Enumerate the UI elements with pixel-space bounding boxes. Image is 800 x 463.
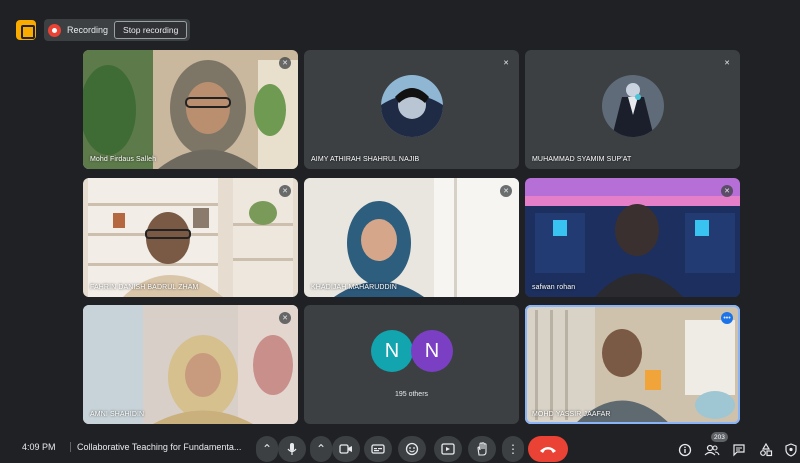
others-tile[interactable]: N N 195 others xyxy=(304,305,519,424)
avatar xyxy=(601,74,664,137)
others-count: 195 others xyxy=(394,391,429,398)
raise-hand-button[interactable] xyxy=(468,436,496,462)
more-options-icon: ⋮ xyxy=(507,442,519,456)
chevron-up-icon: ⌃ xyxy=(315,442,327,456)
participant-tile[interactable]: ••• MOHD YASSIR JAAFAR xyxy=(525,305,740,424)
participant-video xyxy=(83,178,298,297)
info-button[interactable] xyxy=(676,441,694,459)
people-icon xyxy=(704,444,720,456)
participant-tile[interactable]: ✕ Mohd Firdaus Salleh xyxy=(83,50,298,169)
mic-off-icon: ✕ xyxy=(279,185,291,197)
avatar xyxy=(380,74,443,137)
avatar: N xyxy=(371,330,413,372)
chat-icon xyxy=(733,444,745,457)
chevron-up-icon: ⌃ xyxy=(261,442,273,456)
participant-name: KHADIJAH MAHARUDDIN xyxy=(311,284,397,291)
participant-video xyxy=(525,305,740,424)
mic-icon xyxy=(287,443,297,455)
participant-tile[interactable]: ✕ FAHRIN DANISH BADRUL ZHAM xyxy=(83,178,298,297)
participant-video xyxy=(525,178,740,297)
participant-name: safwan rohan xyxy=(532,284,576,291)
info-icon xyxy=(678,443,692,457)
participant-tile[interactable]: ✕ MUHAMMAD SYAMIM SUP'AT xyxy=(525,50,740,169)
participant-name: AIMY ATHIRAH SHAHRUL NAJIB xyxy=(311,156,420,163)
emoji-icon xyxy=(405,442,419,456)
audio-options-button[interactable]: ⌃ xyxy=(256,436,278,462)
recording-label: Recording xyxy=(67,25,109,35)
participant-tile[interactable]: ✕ AMNI SHAHIDIN xyxy=(83,305,298,424)
participant-video xyxy=(304,178,519,297)
activities-button[interactable] xyxy=(757,441,775,459)
participant-name: MOHD YASSIR JAAFAR xyxy=(532,411,611,418)
record-icon xyxy=(48,23,61,37)
participant-tile[interactable]: ✕ safwan rohan xyxy=(525,178,740,297)
more-options-button[interactable]: ⋮ xyxy=(502,436,524,462)
participant-tile[interactable]: ✕ AIMY ATHIRAH SHAHRUL NAJIB xyxy=(304,50,519,169)
meeting-title: Collaborative Teaching for Fundamenta... xyxy=(70,442,241,452)
mic-off-icon: ✕ xyxy=(721,185,733,197)
meet-window: Recording Stop recording ✕ Mohd Firdaus … xyxy=(0,0,800,463)
participant-name: MUHAMMAD SYAMIM SUP'AT xyxy=(532,156,632,163)
captions-button[interactable] xyxy=(364,436,392,462)
mic-off-icon: ✕ xyxy=(279,312,291,324)
mic-off-icon: ✕ xyxy=(500,185,512,197)
captions-icon xyxy=(371,444,385,454)
participant-name: Mohd Firdaus Salleh xyxy=(90,156,157,163)
raise-hand-icon xyxy=(477,442,487,456)
video-options-button[interactable]: ⌃ xyxy=(310,436,332,462)
avatar: N xyxy=(411,330,453,372)
present-button[interactable] xyxy=(434,436,462,462)
people-button[interactable] xyxy=(703,441,721,459)
participant-name: FAHRIN DANISH BADRUL ZHAM xyxy=(90,284,199,291)
end-call-button[interactable] xyxy=(528,436,568,462)
activities-icon xyxy=(760,443,773,457)
chat-button[interactable] xyxy=(730,441,748,459)
host-controls-button[interactable] xyxy=(782,441,800,459)
camera-icon xyxy=(339,444,352,454)
reactions-button[interactable] xyxy=(398,436,426,462)
mic-off-icon: ✕ xyxy=(500,57,512,69)
clock: 4:09 PM xyxy=(22,442,56,452)
mic-button[interactable] xyxy=(278,436,306,462)
top-bar: Recording Stop recording xyxy=(16,19,191,41)
participant-name: AMNI SHAHIDIN xyxy=(90,411,145,418)
participant-video xyxy=(83,50,298,169)
recording-indicator: Recording Stop recording xyxy=(44,19,191,41)
present-icon xyxy=(441,443,455,455)
participant-video xyxy=(83,305,298,424)
stop-recording-button[interactable]: Stop recording xyxy=(114,21,188,39)
end-call-icon xyxy=(540,447,556,453)
meet-logo-icon xyxy=(16,20,36,40)
camera-button[interactable] xyxy=(332,436,360,462)
mic-off-icon: ✕ xyxy=(721,57,733,69)
speaking-indicator-icon: ••• xyxy=(721,312,733,324)
mic-off-icon: ✕ xyxy=(279,57,291,69)
participant-tile[interactable]: ✕ KHADIJAH MAHARUDDIN xyxy=(304,178,519,297)
host-controls-icon xyxy=(785,443,797,457)
